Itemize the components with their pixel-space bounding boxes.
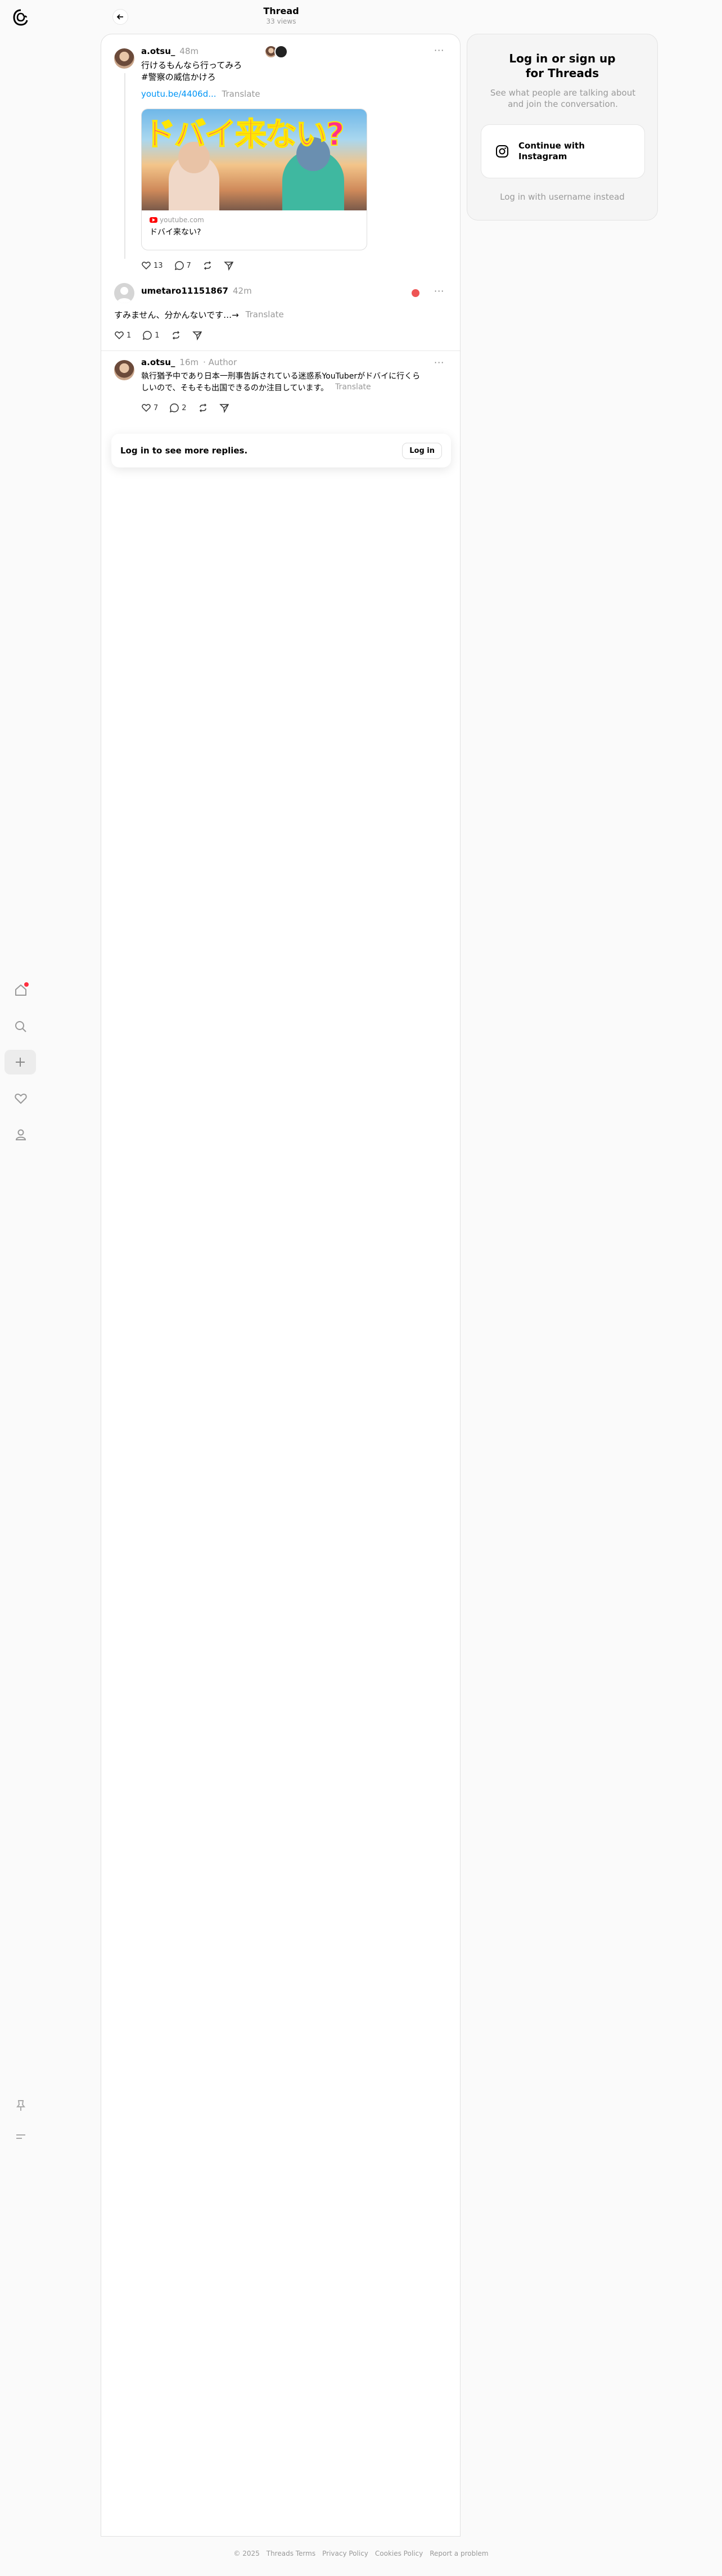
card-domain: youtube.com <box>160 216 204 224</box>
report-link[interactable]: Report a problem <box>430 2550 488 2557</box>
repost-icon <box>172 331 179 340</box>
like-button[interactable]: 7 <box>141 403 158 413</box>
post-text-line2: #警察の威信かけろ <box>141 72 216 82</box>
repost-button[interactable] <box>171 330 181 340</box>
more-options-icon[interactable]: ··· <box>434 45 444 56</box>
create-icon[interactable] <box>4 1050 36 1075</box>
copyright: © 2025 <box>233 2550 260 2557</box>
login-button[interactable]: Log in <box>402 442 442 459</box>
cookies-link[interactable]: Cookies Policy <box>375 2550 423 2557</box>
avatar[interactable] <box>114 283 134 303</box>
heart-icon[interactable] <box>11 1089 30 1108</box>
reply-count: 1 <box>155 331 160 340</box>
like-count: 13 <box>154 261 163 270</box>
send-icon <box>219 404 229 413</box>
thread-line <box>124 73 125 259</box>
login-prompt-bar: Log in to see more replies. Log in <box>111 434 451 467</box>
heart-icon <box>142 262 151 270</box>
liked-by-avatars[interactable] <box>264 45 288 59</box>
username[interactable]: a.otsu_ <box>141 46 175 56</box>
translate-link[interactable]: Translate <box>246 309 284 321</box>
pin-icon[interactable] <box>11 2096 30 2115</box>
share-button[interactable] <box>192 330 202 340</box>
page-title: Thread <box>263 6 299 16</box>
post-link[interactable]: youtu.be/4406d... <box>141 89 216 99</box>
more-options-icon[interactable]: ··· <box>434 286 444 296</box>
username[interactable]: a.otsu_ <box>141 357 175 367</box>
like-button[interactable]: 13 <box>141 260 163 271</box>
video-thumbnail: ドバイ来ない? <box>142 109 367 210</box>
login-panel-title: Log in or sign up for Threads <box>509 52 616 80</box>
heart-icon <box>115 331 124 340</box>
reply-text-line2: しいので、そもそも出国できるのか注目しています。 <box>141 384 329 393</box>
card-title: ドバイ来ない? <box>150 228 201 237</box>
divider <box>101 350 460 351</box>
reply-count: 7 <box>186 261 191 270</box>
profile-icon[interactable] <box>11 1125 30 1144</box>
search-icon[interactable] <box>11 1017 30 1036</box>
like-count: 7 <box>154 403 159 412</box>
login-panel: Log in or sign up for Threads See what p… <box>467 34 658 221</box>
repost-icon <box>204 261 211 270</box>
send-icon <box>224 262 234 271</box>
comment-icon <box>174 261 184 271</box>
liked-by-avatars[interactable] <box>410 288 421 298</box>
threads-logo[interactable] <box>11 8 30 27</box>
login-prompt-text: Log in to see more replies. <box>120 446 248 456</box>
repost-button[interactable] <box>202 260 213 271</box>
share-button[interactable] <box>224 260 234 271</box>
notification-dot <box>24 982 29 987</box>
send-icon <box>192 331 202 340</box>
post-text-line1: 行けるもんなら行ってみろ <box>141 60 242 70</box>
reply-count: 2 <box>182 403 187 412</box>
like-button[interactable]: 1 <box>114 330 131 340</box>
arrow-left-icon <box>116 14 123 20</box>
view-count: 33 views <box>266 17 296 25</box>
comment-icon <box>170 403 179 413</box>
more-options-icon[interactable]: ··· <box>434 357 444 368</box>
privacy-link[interactable]: Privacy Policy <box>322 2550 368 2557</box>
reply-button[interactable]: 2 <box>169 403 187 413</box>
reply-text: すみません、分かんないです…→ <box>114 310 239 320</box>
terms-link[interactable]: Threads Terms <box>267 2550 315 2557</box>
comment-icon <box>143 331 152 340</box>
home-icon[interactable] <box>11 981 30 1000</box>
share-button[interactable] <box>219 403 229 413</box>
like-count: 1 <box>127 331 132 340</box>
translate-link[interactable]: Translate <box>222 89 260 99</box>
username[interactable]: umetaro11151867 <box>141 286 228 296</box>
footer: © 2025 Threads Terms Privacy Policy Cook… <box>0 2550 722 2557</box>
reply-button[interactable]: 1 <box>142 330 160 340</box>
repost-button[interactable] <box>198 403 208 413</box>
avatar[interactable] <box>114 360 134 380</box>
translate-link[interactable]: Translate <box>335 383 371 394</box>
login-panel-subtitle: See what people are talking about and jo… <box>490 88 636 109</box>
author-tag: · Author <box>203 357 237 367</box>
menu-icon[interactable] <box>11 2127 30 2146</box>
instagram-icon <box>496 145 508 158</box>
heart-icon <box>142 404 151 412</box>
avatar[interactable] <box>114 48 134 69</box>
timestamp[interactable]: 42m <box>233 286 252 296</box>
timestamp[interactable]: 16m <box>179 357 198 367</box>
continue-with-instagram-button[interactable]: Continue with Instagram <box>481 124 645 178</box>
repost-icon <box>199 403 206 412</box>
youtube-icon <box>150 217 157 223</box>
username-login-link[interactable]: Log in with username instead <box>467 192 657 202</box>
reply-text-line1: 執行猶予中であり日本一刑事告訴されている迷惑系YouTuberがドバイに行くら <box>141 372 421 381</box>
link-preview-card[interactable]: ドバイ来ない? youtube.com ドバイ来ない? <box>141 109 367 250</box>
back-button[interactable] <box>112 9 128 25</box>
reply-button[interactable]: 7 <box>174 260 191 271</box>
timestamp[interactable]: 48m <box>179 46 198 56</box>
